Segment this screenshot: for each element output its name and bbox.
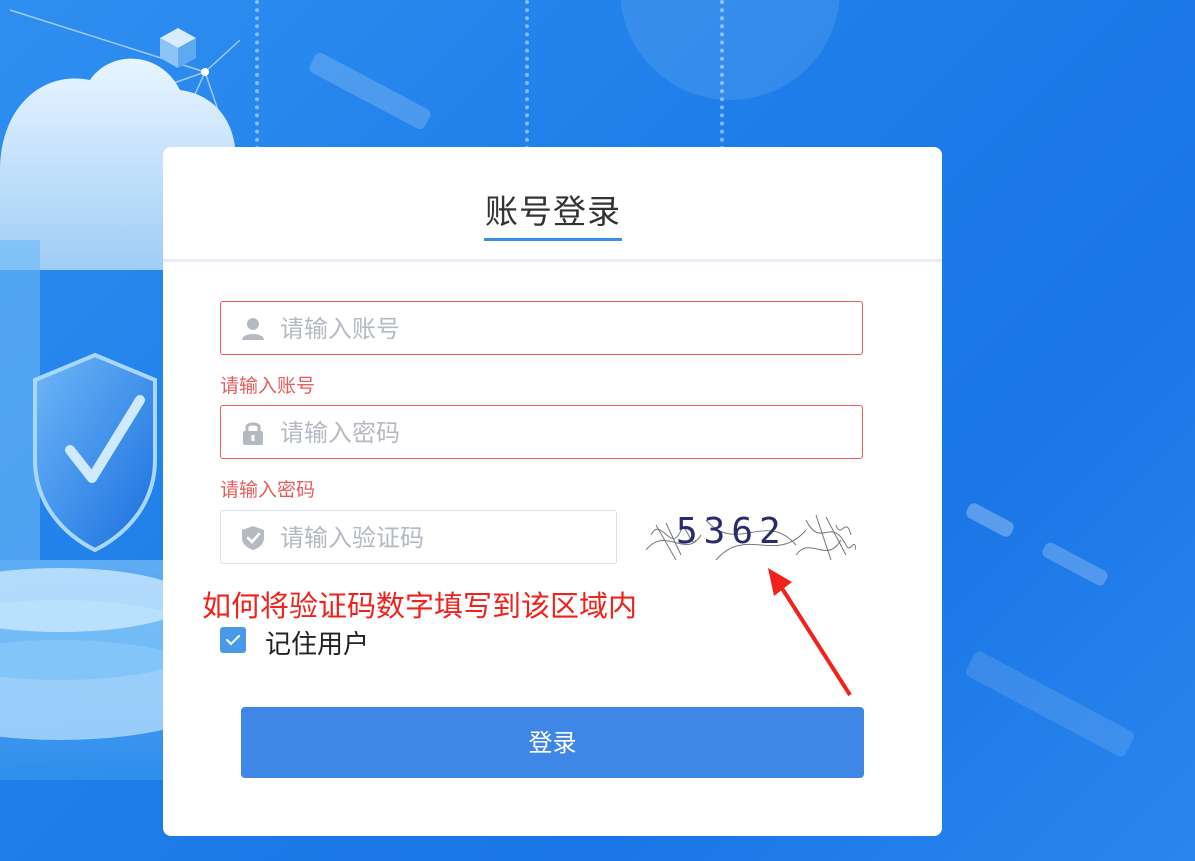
- background-dotted-line: [525, 0, 529, 150]
- background-dotted-line: [720, 0, 724, 150]
- background-bar: [964, 501, 1016, 539]
- login-card: 账号登录 请输入账号 请输入密码: [163, 147, 942, 836]
- remember-label: 记住用户: [265, 630, 370, 660]
- background-circle: [620, 0, 840, 100]
- background-bar: [1040, 540, 1110, 588]
- shield-check-icon: [242, 526, 264, 550]
- background-bar: [963, 649, 1137, 759]
- annotation-text: 如何将验证码数字填写到该区域内: [202, 589, 638, 623]
- title-underline: [484, 238, 622, 241]
- card-header: 账号登录: [163, 147, 942, 262]
- captcha-text: 5362: [676, 511, 787, 552]
- captcha-image[interactable]: 5362: [646, 505, 856, 565]
- remember-checkbox[interactable]: [220, 627, 246, 653]
- account-field[interactable]: [220, 301, 863, 355]
- account-error: 请输入账号: [220, 375, 316, 397]
- annotation-arrow: [768, 568, 852, 697]
- captcha-field[interactable]: [220, 510, 617, 564]
- login-title: 账号登录: [485, 192, 621, 231]
- password-field[interactable]: [220, 405, 863, 459]
- captcha-input[interactable]: [278, 519, 607, 557]
- lock-icon: [243, 422, 263, 445]
- checkmark-icon: [226, 635, 240, 646]
- user-icon: [242, 318, 264, 340]
- background-dotted-line: [255, 0, 259, 150]
- password-input[interactable]: [278, 414, 853, 452]
- account-input[interactable]: [278, 310, 853, 348]
- login-button[interactable]: 登录: [241, 707, 864, 778]
- password-error: 请输入密码: [220, 479, 316, 501]
- background-bar: [307, 50, 433, 132]
